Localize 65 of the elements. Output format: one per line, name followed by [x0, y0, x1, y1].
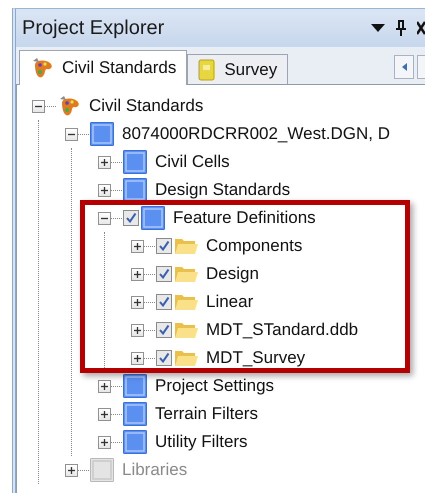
plus-icon: [100, 410, 109, 418]
tree-item[interactable]: Project Settings: [155, 376, 274, 396]
tree-item[interactable]: MDT_Survey: [206, 348, 306, 368]
expander-button[interactable]: [32, 100, 45, 112]
tree-item[interactable]: Terrain Filters: [155, 404, 258, 424]
tree-item[interactable]: Civil Cells: [155, 152, 230, 172]
checkbox[interactable]: [123, 210, 139, 226]
tab[interactable]: Survey: [187, 54, 288, 84]
expander-button[interactable]: [98, 380, 111, 392]
dgn-file-icon: [90, 458, 114, 482]
expander-button[interactable]: [131, 324, 144, 336]
dgn-file-icon: [123, 178, 147, 202]
folder-icon: [174, 264, 198, 284]
pin-icon[interactable]: [395, 19, 407, 37]
tree-item[interactable]: Linear: [206, 292, 254, 312]
plus-icon: [133, 270, 142, 278]
tree-item[interactable]: Components: [206, 236, 302, 256]
book-icon: [198, 58, 216, 80]
folder-icon: [174, 320, 198, 340]
scroll-left-button[interactable]: [394, 55, 414, 79]
tree-item[interactable]: Design: [206, 264, 259, 284]
tree-item[interactable]: 8074000RDCRR002_West.DGN, D: [122, 124, 390, 144]
folder-icon: [174, 292, 198, 312]
expander-button[interactable]: [98, 436, 111, 448]
tree-item[interactable]: MDT_STandard.ddb: [206, 320, 358, 340]
checkbox[interactable]: [156, 238, 172, 254]
plus-icon: [133, 326, 142, 334]
left-arrow-icon: [402, 63, 406, 71]
plus-icon: [100, 382, 109, 390]
checkbox[interactable]: [156, 266, 172, 282]
folder-icon: [174, 348, 198, 368]
dgn-file-icon: [123, 150, 147, 174]
tab[interactable]: Civil Standards: [19, 50, 188, 85]
expander-button[interactable]: [98, 212, 111, 224]
dgn-file-icon: [141, 206, 165, 230]
plus-icon: [133, 354, 142, 362]
plus-icon: [67, 466, 76, 474]
dropdown-icon[interactable]: [371, 23, 385, 33]
checkbox[interactable]: [156, 350, 172, 366]
expander-button[interactable]: [131, 240, 144, 252]
checkbox[interactable]: [156, 294, 172, 310]
dgn-file-icon: [123, 402, 147, 426]
plus-icon: [133, 298, 142, 306]
dgn-file-icon: [90, 122, 114, 146]
expander-button[interactable]: [98, 156, 111, 168]
tree-item[interactable]: Civil Standards: [89, 96, 204, 116]
plus-icon: [100, 438, 109, 446]
plus-icon: [100, 158, 109, 166]
tree-item[interactable]: Utility Filters: [155, 432, 248, 452]
expander-button[interactable]: [98, 408, 111, 420]
tree-item[interactable]: Feature Definitions: [173, 208, 316, 228]
expander-button[interactable]: [65, 128, 78, 140]
tree-item[interactable]: Design Standards: [155, 180, 290, 200]
expander-button[interactable]: [131, 268, 144, 280]
expander-button[interactable]: [98, 184, 111, 196]
window-title: Project Explorer: [22, 16, 166, 40]
folder-icon: [174, 236, 198, 256]
dgn-file-icon: [123, 374, 147, 398]
expander-button[interactable]: [131, 296, 144, 308]
expander-button[interactable]: [131, 352, 144, 364]
dgn-file-icon: [123, 430, 147, 454]
plus-icon: [100, 186, 109, 194]
plus-icon: [133, 242, 142, 250]
checkbox[interactable]: [156, 322, 172, 338]
close-icon[interactable]: [417, 20, 425, 36]
